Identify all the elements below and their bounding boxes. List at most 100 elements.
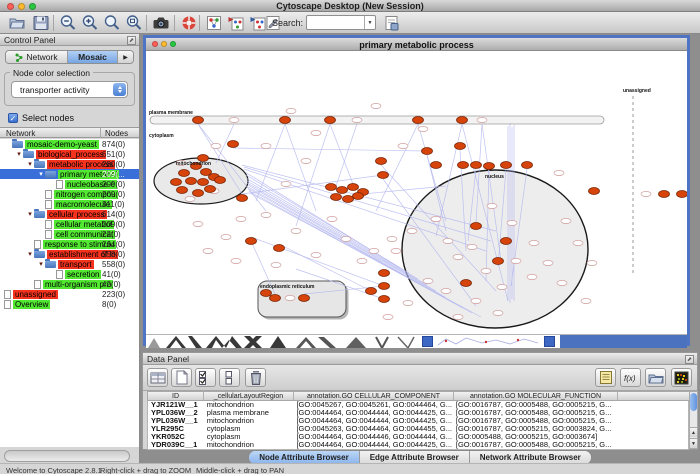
formula-icon[interactable]: f(x) [620,368,641,387]
gene-node[interactable] [481,268,491,273]
column-header-ID[interactable]: ID [148,392,204,400]
zoom-in-icon[interactable] [79,13,100,33]
snapshot-icon[interactable] [150,13,171,33]
gene-node[interactable] [261,212,271,217]
help-icon[interactable] [178,13,199,33]
gene-node[interactable] [211,143,221,148]
table-vertical-scrollbar[interactable]: ▲ ▼ [689,391,698,449]
scroll-up-button[interactable]: ▲ [690,427,697,437]
network-window-titlebar[interactable]: primary metabolic process [146,38,687,51]
gene-node-highlighted[interactable] [193,117,204,124]
gene-node-highlighted[interactable] [501,162,512,169]
gene-node-highlighted[interactable] [215,177,226,184]
gene-node[interactable] [477,117,487,122]
table-row[interactable]: YLR295Ccytoplasm[GO:0045263, GO:0044464,… [148,425,688,433]
gene-node-highlighted[interactable] [422,148,433,155]
gene-node[interactable] [286,108,296,113]
tree-row-nucleobase-c[interactable]: nucleobase-c209(0) [0,179,139,189]
gene-node-highlighted[interactable] [325,117,336,124]
table-row[interactable]: YPL036W__1mitochondrion[GO:0044464, GO:0… [148,417,688,425]
delete-attribute-icon[interactable] [245,368,266,387]
gene-node[interactable] [453,314,463,319]
gene-node-highlighted[interactable] [366,288,377,295]
tree-row-macromolecule[interactable]: macromolecule311(0) [0,199,139,209]
select-attributes-icon[interactable] [195,368,216,387]
gene-node-highlighted[interactable] [274,245,285,252]
gene-node[interactable] [203,248,213,253]
gene-node-highlighted[interactable] [177,187,188,194]
gene-node[interactable] [311,130,321,135]
gene-node[interactable] [511,258,521,263]
gene-node-highlighted[interactable] [198,179,209,186]
gene-node-highlighted[interactable] [326,184,337,191]
column-header-annotation.GO CELLULAR_COMPONENT[interactable]: annotation.GO CELLULAR_COMPONENT [294,392,454,400]
search-dropdown-arrow[interactable]: ▼ [364,16,375,29]
gene-node[interactable] [398,143,408,148]
gene-node[interactable] [487,203,497,208]
gene-node-highlighted[interactable] [677,191,688,198]
gene-node-highlighted[interactable] [457,117,468,124]
gene-node-highlighted[interactable] [186,178,197,185]
gene-node[interactable] [443,238,453,243]
gene-node[interactable] [423,278,433,283]
network-canvas[interactable]: plasma membrane cytoplasm mitochondrion … [146,51,687,335]
expand-arrow-icon[interactable]: ▾ [37,170,45,179]
gene-node[interactable] [407,228,417,233]
open-file-icon[interactable] [6,13,27,33]
gene-node[interactable] [587,260,597,265]
gene-node[interactable] [543,260,553,265]
gene-node-highlighted[interactable] [471,223,482,230]
gene-node[interactable] [281,181,291,186]
gene-node-highlighted[interactable] [179,170,190,177]
gene-node-highlighted[interactable] [237,195,248,202]
tree-row-multi-organism-pro[interactable]: multi-organism pro42(0) [0,279,139,289]
gene-node[interactable] [581,298,591,303]
gene-node[interactable] [471,298,481,303]
gene-node-highlighted[interactable] [461,280,472,287]
expand-arrow-icon[interactable]: ▾ [26,210,34,219]
gene-node-highlighted[interactable] [501,238,512,245]
gene-node-highlighted[interactable] [337,187,348,194]
gene-node-highlighted[interactable] [261,290,272,297]
gene-node[interactable] [467,244,477,249]
gene-node-highlighted[interactable] [228,141,239,148]
gene-node[interactable] [229,117,239,122]
gene-node[interactable] [453,254,463,259]
gene-node-highlighted[interactable] [471,162,482,169]
gene-node-highlighted[interactable] [379,270,390,277]
gene-node-highlighted[interactable] [455,143,466,150]
gene-node-highlighted[interactable] [413,117,424,124]
table-row[interactable]: YPL036W__2plasma membrane[GO:0044464, GO… [148,409,688,417]
gene-node-highlighted[interactable] [376,158,387,165]
gene-node[interactable] [431,216,441,221]
tab-network[interactable]: Network [6,51,68,63]
gene-node[interactable] [527,274,537,279]
attribute-notes-icon[interactable] [595,368,616,387]
search-input[interactable]: ▼ [306,15,376,30]
gene-node[interactable] [371,103,381,108]
expand-arrow-icon[interactable]: ▾ [26,250,34,259]
search-config-icon[interactable] [381,13,402,33]
tree-row-primary-metabol[interactable]: ▾primary metabol209(... [0,169,139,179]
gene-node[interactable] [285,295,295,300]
new-attribute-icon[interactable] [171,368,192,387]
gene-node-highlighted[interactable] [493,258,504,265]
gene-node[interactable] [387,236,397,241]
gene-node-highlighted[interactable] [299,295,310,302]
zoom-out-icon[interactable] [57,13,78,33]
gene-node-highlighted[interactable] [379,283,390,290]
tree-row-mosaic-demo-yeast[interactable]: mosaic-demo-yeast874(0) [0,139,139,149]
gene-node-highlighted[interactable] [348,184,359,191]
column-header-_cellularLayoutRegion[interactable]: _cellularLayoutRegion [204,392,294,400]
tree-row-cell-communicat[interactable]: cell communicat22(0) [0,229,139,239]
gene-node-highlighted[interactable] [246,238,257,245]
table-row[interactable]: YDR039C__1mitochondrion[GO:0044464, GO:0… [148,441,688,449]
float-data-panel-icon[interactable]: ⬈ [685,355,694,364]
gene-node[interactable] [554,170,564,175]
tree-row-unassigned[interactable]: unassigned223(0) [0,289,139,299]
gene-node[interactable] [193,221,203,226]
gene-node[interactable] [231,258,241,263]
gene-node-highlighted[interactable] [205,186,216,193]
apply-layout-icon[interactable] [203,13,224,33]
tree-row-cellular-process[interactable]: ▾cellular process614(0) [0,209,139,219]
